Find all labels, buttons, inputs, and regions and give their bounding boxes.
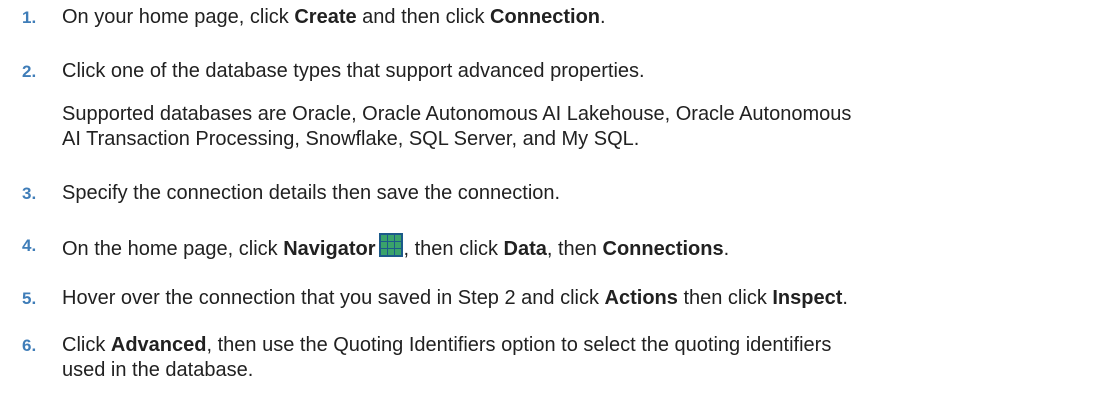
actions-label: Actions: [604, 287, 678, 309]
note-line: Supported databases are Oracle, Oracle A…: [62, 103, 852, 125]
step-number: 5.: [22, 289, 37, 308]
step-1: 1. On your home page, click Create and t…: [0, 5, 1118, 30]
step-text-part: Click: [62, 334, 111, 356]
step-text-part: .: [600, 6, 606, 28]
step-3: 3. Specify the connection details then s…: [0, 181, 1118, 206]
step-text-part: On the home page, click: [62, 238, 284, 260]
step-5: 5. Hover over the connection that you sa…: [0, 286, 1118, 311]
step-text-part: and then click: [356, 6, 491, 28]
step-text: On your home page, click Create and then…: [62, 5, 1118, 30]
connection-label: Connection: [490, 6, 601, 28]
supported-databases-note: Supported databases are Oracle, Oracle A…: [62, 102, 1118, 152]
step-text-part: then click: [677, 287, 773, 309]
note-line: AI Transaction Processing, Snowflake, SQ…: [62, 128, 640, 150]
step-text-part: , then use the Quoting Identifiers optio…: [206, 334, 832, 356]
step-text-part: Hover over the connection that you saved…: [62, 287, 605, 309]
step-number: 1.: [22, 8, 37, 27]
step-4: 4. On the home page, click Navigator , t…: [0, 233, 1118, 262]
navigator-label: Navigator: [283, 238, 376, 260]
step-text: Hover over the connection that you saved…: [62, 286, 1118, 311]
connections-label: Connections: [602, 238, 724, 260]
step-text-part: .: [842, 287, 848, 309]
step-text-part: .: [723, 238, 730, 260]
step-2: 2. Click one of the database types that …: [0, 59, 1118, 152]
step-text-part: , then: [546, 238, 603, 260]
inspect-label: Inspect: [772, 287, 843, 309]
step-number: 3.: [22, 184, 37, 203]
advanced-label: Advanced: [110, 334, 207, 356]
step-number: 2.: [22, 62, 37, 81]
step-text: Click one of the database types that sup…: [62, 60, 645, 82]
step-6: 6. Click Advanced, then use the Quoting …: [0, 333, 1118, 383]
step-number: 6.: [22, 336, 37, 355]
data-label: Data: [503, 238, 547, 260]
step-text-part: On your home page, click: [62, 6, 295, 28]
step-number: 4.: [22, 236, 37, 255]
step-text: On the home page, click Navigator , then…: [62, 233, 1118, 262]
step-text-part: , then click: [403, 238, 504, 260]
create-label: Create: [294, 6, 357, 28]
step-text: Specify the connection details then save…: [62, 182, 561, 204]
navigator-grid-icon: [379, 233, 404, 257]
step-text: Click Advanced, then use the Quoting Ide…: [62, 333, 1118, 358]
step-text-continuation: used in the database.: [62, 359, 254, 381]
